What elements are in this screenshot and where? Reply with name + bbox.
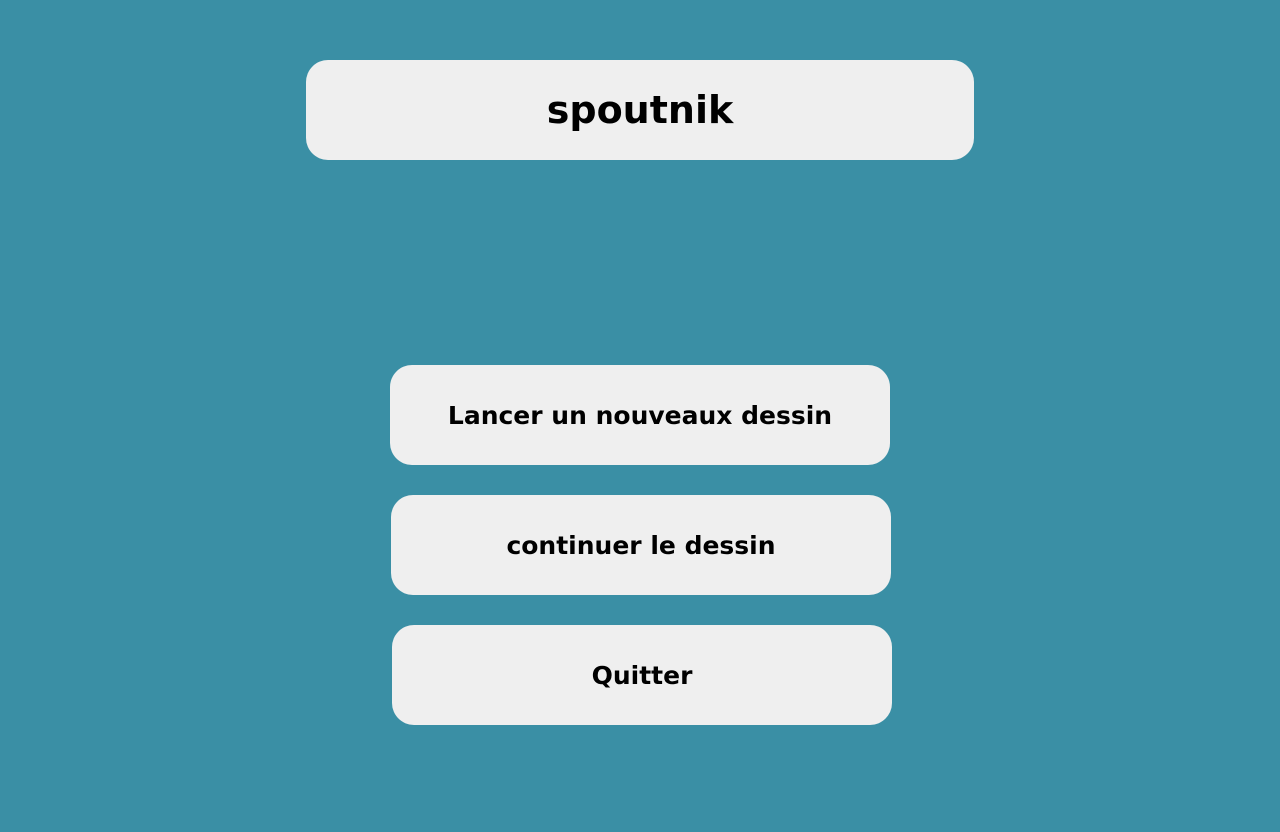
new-drawing-label: Lancer un nouveaux dessin <box>447 400 833 430</box>
quit-label: Quitter <box>591 660 693 690</box>
new-drawing-button[interactable]: Lancer un nouveaux dessin <box>390 365 890 465</box>
quit-button[interactable]: Quitter <box>392 625 892 725</box>
continue-drawing-button[interactable]: continuer le dessin <box>391 495 891 595</box>
app-title-panel: spoutnik <box>306 60 974 160</box>
app-title: spoutnik <box>546 88 734 132</box>
continue-drawing-label: continuer le dessin <box>506 530 776 560</box>
